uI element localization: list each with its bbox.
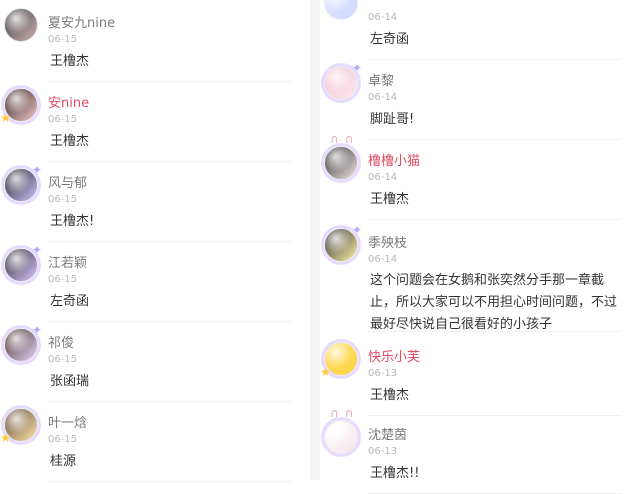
username[interactable]: 安nine	[48, 92, 89, 111]
comment-date: 06-15	[48, 274, 78, 285]
comment-date: 06-14	[368, 12, 398, 23]
comment-date: 06-15	[48, 194, 78, 205]
comment-item[interactable]: ✦ 江若颖 06-15 左奇函	[0, 242, 310, 322]
comment-item[interactable]: ✦ 季殃枝 06-14 这个问题会在女鹅和张奕然分手那一章截止，所以大家可以不用担心时…	[320, 222, 640, 332]
avatar[interactable]	[324, 0, 358, 20]
comment-text: 王橹杰	[370, 192, 410, 207]
avatar-frame-icon: ✦	[32, 323, 43, 337]
comment-item[interactable]: ✦ 风与郁 06-15 王橹杰!	[0, 162, 310, 242]
column-gap	[310, 0, 320, 480]
comment-item[interactable]: ★ 叶一焓 06-15 桂源	[0, 402, 310, 482]
username[interactable]: 季殃枝	[368, 232, 407, 251]
comment-date: 06-13	[368, 446, 398, 457]
comment-item[interactable]: ✦ 卓黎 06-14 脚趾哥!	[320, 60, 640, 140]
avatar-frame-icon: ✦	[32, 243, 43, 257]
username[interactable]: 夏安九nine	[48, 12, 115, 31]
username[interactable]: 沈楚茵	[368, 424, 407, 443]
star-icon: ★	[0, 431, 11, 445]
bunny-ears-icon: ∩∩	[330, 132, 360, 146]
comment-item[interactable]: ★ 安nine 06-15 王橹杰	[0, 82, 310, 162]
comment-text: 左奇函	[50, 294, 90, 309]
comment-date: 06-13	[368, 368, 398, 379]
comment-text: 王橹杰	[50, 134, 90, 149]
comment-date: 06-14	[368, 92, 398, 103]
avatar-frame-icon: ✦	[352, 223, 363, 237]
comment-text: 这个问题会在女鹅和张奕然分手那一章截止，所以大家可以不用担心时间问题，不过最好尽…	[370, 273, 618, 332]
comment-text: 桂源	[50, 454, 77, 469]
username[interactable]: 卓黎	[368, 70, 394, 89]
username[interactable]: 祁俊	[48, 332, 74, 351]
username[interactable]: 江若颖	[48, 252, 87, 271]
comment-text: 王橹杰!	[50, 214, 95, 229]
comment-date: 06-15	[48, 34, 78, 45]
avatar-frame-icon: ✦	[32, 163, 43, 177]
comment-item[interactable]: ∩∩ 橹橹小猫 06-14 王橹杰	[320, 132, 640, 220]
comment-date: 06-15	[48, 114, 78, 125]
comment-item[interactable]: 06-14 左奇函	[320, 0, 640, 60]
comment-date: 06-15	[48, 434, 78, 445]
avatar-highlight	[5, 9, 37, 41]
divider	[48, 481, 292, 482]
comment-item[interactable]: ∩∩ 沈楚茵 06-13 王橹杰!!	[320, 406, 640, 494]
comment-item[interactable]: ★ 快乐小芙 06-13 王橹杰	[320, 336, 640, 416]
comment-date: 06-14	[368, 172, 398, 183]
username[interactable]: 快乐小芙	[368, 346, 420, 365]
comment-text: 王橹杰	[370, 388, 410, 403]
username[interactable]: 风与郁	[48, 172, 87, 191]
comment-text: 左奇函	[370, 32, 410, 47]
username[interactable]: 叶一焓	[48, 412, 87, 431]
comment-text: 脚趾哥!	[370, 112, 415, 127]
avatar-frame-icon: ✦	[352, 61, 363, 75]
divider	[368, 331, 622, 332]
star-icon: ★	[320, 365, 331, 379]
avatar[interactable]	[4, 8, 38, 42]
comment-text: 张函瑞	[50, 374, 90, 389]
avatar[interactable]	[324, 420, 358, 454]
avatar-highlight	[325, 421, 357, 453]
username[interactable]: 橹橹小猫	[368, 150, 420, 169]
comment-date: 06-14	[368, 254, 398, 265]
star-icon: ★	[0, 111, 11, 125]
comment-date: 06-15	[48, 354, 78, 365]
avatar-highlight	[325, 0, 357, 19]
comment-item[interactable]: 夏安九nine 06-15 王橹杰	[0, 2, 310, 82]
comment-list-right: 06-14 左奇函 ✦ 卓黎 06-14 脚趾哥! ∩∩ 橹橹小猫 06-14 王橹杰 ✦ 季殃枝 06…	[320, 0, 640, 494]
comment-item[interactable]: ✦ 祁俊 06-15 张函瑞	[0, 322, 310, 402]
avatar-highlight	[325, 147, 357, 179]
comment-text: 王橹杰	[50, 54, 90, 69]
avatar[interactable]	[324, 146, 358, 180]
comment-text: 王橹杰!!	[370, 466, 420, 481]
divider	[368, 219, 622, 220]
bunny-ears-icon: ∩∩	[330, 406, 360, 420]
comment-list-left: 夏安九nine 06-15 王橹杰 ★ 安nine 06-15 王橹杰 ✦ 风与郁 06-15 王橹…	[0, 0, 310, 482]
